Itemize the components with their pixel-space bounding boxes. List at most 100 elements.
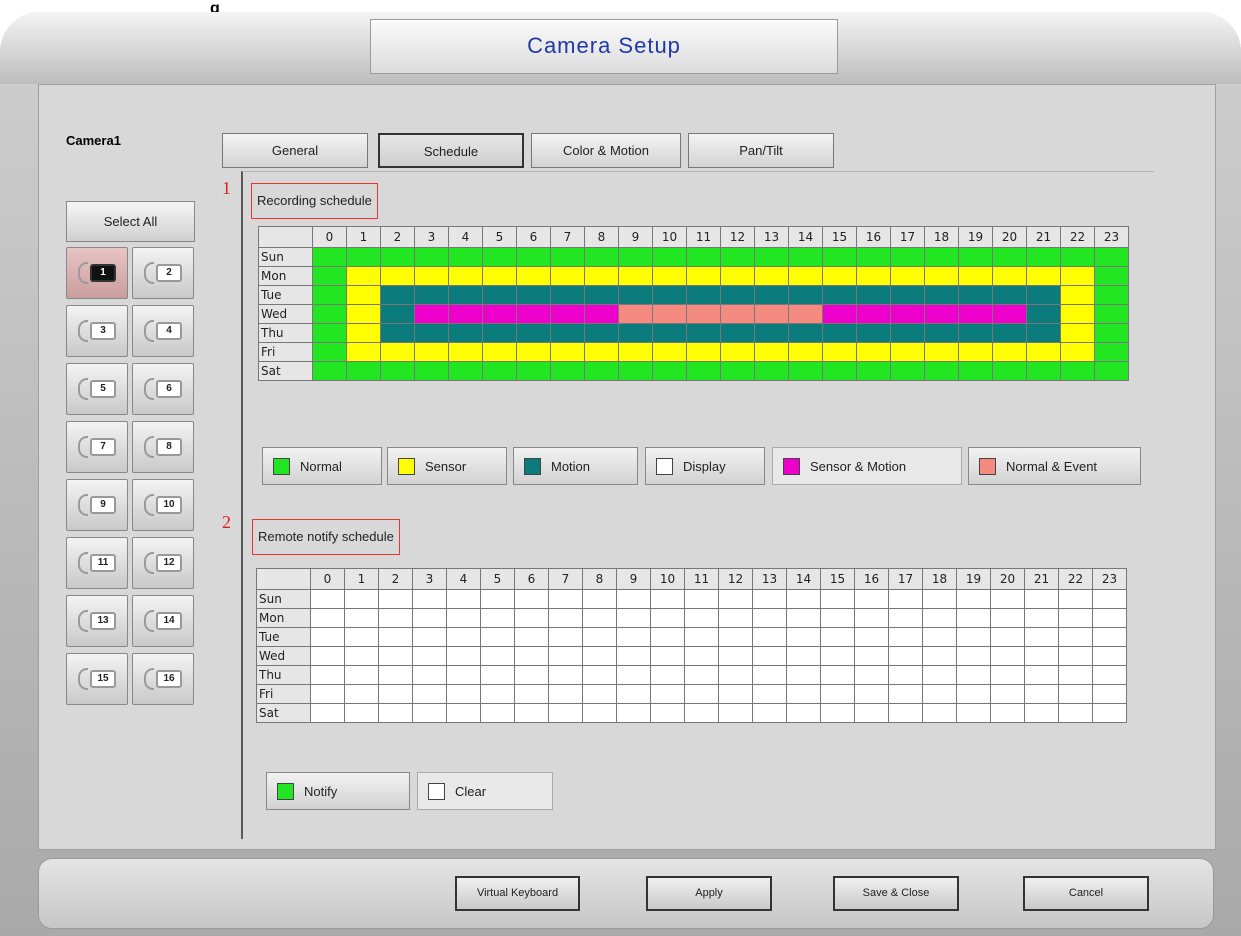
notify-cell[interactable] [514, 665, 549, 685]
recording-cell[interactable] [652, 247, 687, 267]
recording-cell[interactable] [312, 266, 347, 286]
notify-cell[interactable] [854, 646, 889, 666]
notify-cell[interactable] [650, 665, 685, 685]
recording-cell[interactable] [720, 247, 755, 267]
recording-cell[interactable] [924, 361, 959, 381]
recording-cell[interactable] [1026, 285, 1061, 305]
notify-cell[interactable] [514, 703, 549, 723]
recording-cell[interactable] [958, 247, 993, 267]
notify-cell[interactable] [718, 589, 753, 609]
notify-cell[interactable] [820, 608, 855, 628]
recording-cell[interactable] [788, 266, 823, 286]
notify-cell[interactable] [548, 608, 583, 628]
notify-cell[interactable] [752, 646, 787, 666]
notify-cell[interactable] [378, 646, 413, 666]
recording-cell[interactable] [924, 323, 959, 343]
camera-15-button[interactable]: 15 [66, 653, 128, 705]
notify-cell[interactable] [310, 627, 345, 647]
legend-display-button[interactable]: Display [645, 447, 765, 485]
recording-cell[interactable] [890, 361, 925, 381]
recording-cell[interactable] [618, 361, 653, 381]
notify-cell[interactable] [888, 646, 923, 666]
recording-cell[interactable] [380, 285, 415, 305]
recording-cell[interactable] [584, 304, 619, 324]
notify-cell[interactable] [616, 646, 651, 666]
camera-12-button[interactable]: 12 [132, 537, 194, 589]
recording-hour-header[interactable]: 11 [686, 226, 721, 248]
notify-cell[interactable] [1058, 646, 1093, 666]
recording-cell[interactable] [584, 323, 619, 343]
notify-cell[interactable] [514, 627, 549, 647]
notify-cell[interactable] [718, 608, 753, 628]
notify-hour-header[interactable]: 13 [752, 568, 787, 590]
recording-cell[interactable] [482, 342, 517, 362]
notify-cell[interactable] [446, 627, 481, 647]
notify-cell[interactable] [616, 684, 651, 704]
notify-cell[interactable] [1024, 608, 1059, 628]
notify-hour-header[interactable]: 0 [310, 568, 345, 590]
tab-pan-tilt[interactable]: Pan/Tilt [688, 133, 834, 168]
notify-cell[interactable] [1058, 703, 1093, 723]
notify-cell[interactable] [786, 646, 821, 666]
recording-cell[interactable] [652, 323, 687, 343]
recording-cell[interactable] [346, 304, 381, 324]
recording-cell[interactable] [618, 342, 653, 362]
recording-hour-header[interactable]: 8 [584, 226, 619, 248]
recording-cell[interactable] [482, 247, 517, 267]
recording-cell[interactable] [1060, 266, 1095, 286]
recording-cell[interactable] [1094, 361, 1129, 381]
notify-cell[interactable] [922, 608, 957, 628]
notify-cell[interactable] [786, 684, 821, 704]
recording-cell[interactable] [788, 285, 823, 305]
recording-hour-header[interactable]: 9 [618, 226, 653, 248]
notify-cell[interactable] [888, 589, 923, 609]
notify-cell[interactable] [684, 608, 719, 628]
recording-cell[interactable] [584, 247, 619, 267]
notify-cell[interactable] [752, 665, 787, 685]
recording-cell[interactable] [856, 323, 891, 343]
recording-hour-header[interactable]: 14 [788, 226, 823, 248]
notify-cell[interactable] [752, 589, 787, 609]
notify-cell[interactable] [922, 665, 957, 685]
recording-day-header[interactable]: Mon [258, 266, 313, 286]
recording-cell[interactable] [890, 266, 925, 286]
recording-cell[interactable] [618, 247, 653, 267]
notify-cell[interactable] [650, 684, 685, 704]
recording-cell[interactable] [584, 266, 619, 286]
recording-cell[interactable] [1026, 323, 1061, 343]
camera-2-button[interactable]: 2 [132, 247, 194, 299]
notify-cell[interactable] [412, 608, 447, 628]
camera-13-button[interactable]: 13 [66, 595, 128, 647]
recording-cell[interactable] [822, 304, 857, 324]
recording-cell[interactable] [652, 361, 687, 381]
recording-cell[interactable] [312, 323, 347, 343]
recording-cell[interactable] [346, 266, 381, 286]
camera-16-button[interactable]: 16 [132, 653, 194, 705]
recording-cell[interactable] [788, 342, 823, 362]
recording-cell[interactable] [516, 323, 551, 343]
clear-button[interactable]: Clear [417, 772, 553, 810]
recording-cell[interactable] [380, 361, 415, 381]
tab-schedule[interactable]: Schedule [378, 133, 524, 168]
recording-cell[interactable] [482, 304, 517, 324]
recording-cell[interactable] [380, 247, 415, 267]
recording-hour-header[interactable]: 0 [312, 226, 347, 248]
recording-cell[interactable] [516, 247, 551, 267]
recording-cell[interactable] [856, 285, 891, 305]
recording-cell[interactable] [482, 266, 517, 286]
notify-cell[interactable] [1092, 646, 1127, 666]
notify-hour-header[interactable]: 17 [888, 568, 923, 590]
recording-cell[interactable] [822, 323, 857, 343]
recording-schedule-grid[interactable]: 0 1 2 3 4 5 6 7 8 9 10 11 12 13 14 15 16 17 18 19 20 21 22 23 Su… [258, 226, 1129, 381]
notify-cell[interactable] [820, 703, 855, 723]
notify-cell[interactable] [786, 703, 821, 723]
notify-cell[interactable] [888, 608, 923, 628]
notify-cell[interactable] [650, 703, 685, 723]
notify-day-header[interactable]: Mon [256, 608, 311, 628]
recording-cell[interactable] [652, 285, 687, 305]
recording-day-header[interactable]: Sat [258, 361, 313, 381]
notify-cell[interactable] [718, 646, 753, 666]
notify-cell[interactable] [480, 608, 515, 628]
notify-cell[interactable] [616, 627, 651, 647]
notify-day-header[interactable]: Thu [256, 665, 311, 685]
